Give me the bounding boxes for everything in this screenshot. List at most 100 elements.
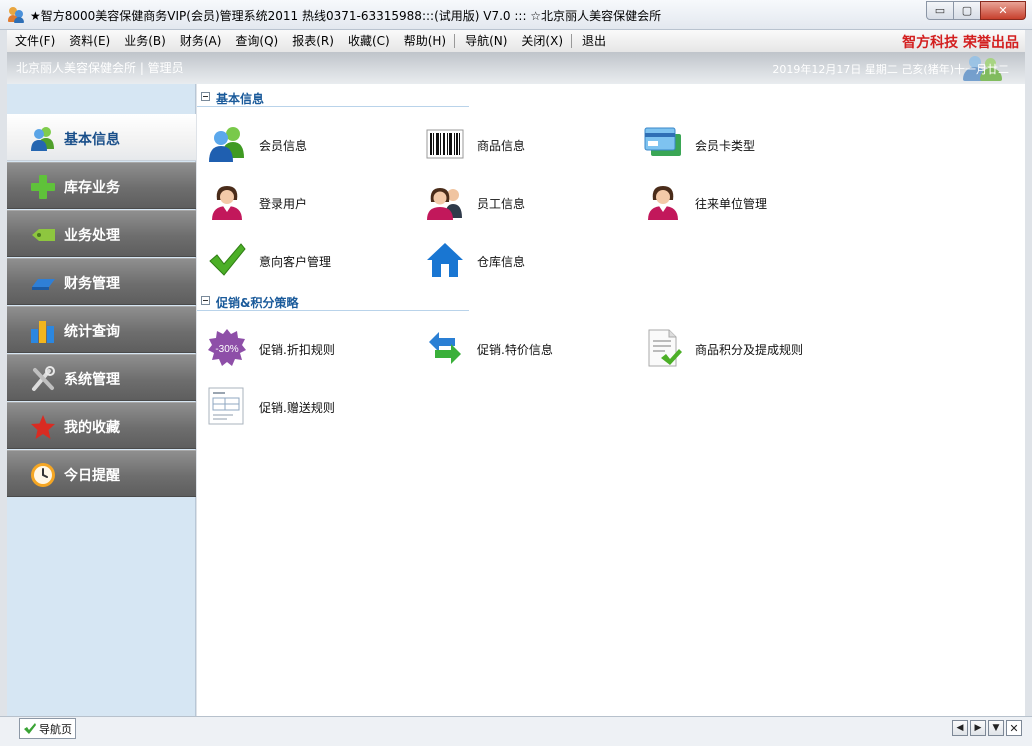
- sidebar-item-label: 统计查询: [64, 324, 120, 340]
- partner-icon: [648, 186, 678, 220]
- sidebar-item-label: 我的收藏: [64, 420, 120, 436]
- menu-separator: [571, 34, 573, 48]
- tile-login-user[interactable]: 登录用户: [197, 178, 407, 226]
- discount-badge-icon: -30%: [208, 329, 246, 366]
- tab-list-button[interactable]: ▼: [988, 720, 1004, 736]
- section-title: 促销&积分策略: [216, 296, 299, 310]
- app-icon: [8, 7, 24, 23]
- section-promotion: 促销&积分策略: [197, 291, 469, 311]
- close-button[interactable]: ✕: [980, 1, 1026, 20]
- sidebar-item-label: 业务处理: [64, 228, 120, 244]
- sidebar-item-label: 财务管理: [64, 276, 120, 292]
- menu-favorites[interactable]: 收藏(C): [340, 30, 396, 52]
- window-controls: ▭ ▢ ✕: [926, 1, 1026, 20]
- sidebar-item-label: 今日提醒: [64, 468, 120, 484]
- section-collapse-toggle[interactable]: [201, 296, 210, 305]
- menu-navigate[interactable]: 导航(N): [457, 30, 513, 52]
- tile-label: 员工信息: [477, 197, 526, 211]
- tab-next-button[interactable]: ▶: [970, 720, 986, 736]
- menu-close[interactable]: 关闭(X): [513, 30, 569, 52]
- sidebar-item-label: 基本信息: [64, 132, 120, 148]
- menu-business[interactable]: 业务(B): [116, 30, 172, 52]
- section-title: 基本信息: [216, 92, 265, 106]
- maximize-button[interactable]: ▢: [953, 1, 981, 20]
- close-icon: ✕: [1009, 721, 1019, 735]
- org-user-label: 北京丽人美容保健会所 | 管理员: [16, 61, 184, 75]
- section-basic-info: 基本信息: [197, 87, 469, 107]
- status-bar: 导航页 ◀ ▶ ▼ ✕: [0, 716, 1032, 746]
- menu-data[interactable]: 资料(E): [61, 30, 116, 52]
- tile-label: 登录用户: [259, 197, 308, 211]
- tab-label: 导航页: [39, 722, 72, 736]
- tile-points-commission[interactable]: 商品积分及提成规则: [633, 324, 843, 372]
- maximize-icon: ▢: [961, 4, 973, 17]
- menu-file[interactable]: 文件(F): [7, 30, 61, 52]
- tile-product-info[interactable]: 商品信息: [415, 120, 625, 168]
- menu-finance[interactable]: 财务(A): [172, 30, 228, 52]
- exchange-arrows-icon: [429, 332, 461, 364]
- eraser-icon: [32, 279, 55, 290]
- barcode-icon: [426, 129, 464, 159]
- tile-label: 商品积分及提成规则: [695, 343, 804, 357]
- sidebar-item-finance[interactable]: 财务管理: [7, 258, 196, 305]
- form-document-icon: [208, 387, 244, 425]
- sidebar-item-basic-info[interactable]: 基本信息: [7, 114, 196, 161]
- sidebar-item-inventory[interactable]: 库存业务: [7, 162, 196, 209]
- tile-label: 往来单位管理: [695, 197, 768, 211]
- tile-label: 意向客户管理: [259, 255, 332, 269]
- sidebar: 基本信息 库存业务 业务处理 财务管理 统计查询 系统管理 我的收藏 今日提醒: [7, 84, 196, 716]
- members-icon: [209, 127, 244, 162]
- tools-icon: [32, 366, 55, 391]
- star-icon: [31, 415, 55, 439]
- sidebar-item-favorites[interactable]: 我的收藏: [7, 402, 196, 449]
- tile-warehouse-info[interactable]: 仓库信息: [415, 236, 625, 284]
- tag-icon: [32, 229, 55, 241]
- card-icon: [644, 127, 681, 156]
- plus-icon: [31, 175, 55, 199]
- window-title: ★智方8000美容保健商务VIP(会员)管理系统2011 热线0371-6331…: [30, 9, 662, 23]
- tile-prospect-management[interactable]: 意向客户管理: [197, 236, 407, 284]
- tab-prev-button[interactable]: ◀: [952, 720, 968, 736]
- tile-label: 仓库信息: [477, 255, 526, 269]
- clock-icon: [31, 463, 55, 487]
- tile-card-type[interactable]: 会员卡类型: [633, 120, 843, 168]
- menu-query[interactable]: 查询(Q): [227, 30, 284, 52]
- menu-separator: [454, 34, 456, 48]
- tile-label: 促销.特价信息: [477, 343, 553, 357]
- title-bar: ★智方8000美容保健商务VIP(会员)管理系统2011 热线0371-6331…: [0, 0, 1032, 30]
- sidebar-item-label: 系统管理: [64, 372, 120, 388]
- close-icon: ✕: [998, 4, 1008, 17]
- menu-report[interactable]: 报表(R): [284, 30, 340, 52]
- tab-close-button[interactable]: ✕: [1006, 720, 1022, 736]
- minimize-button[interactable]: ▭: [926, 1, 954, 20]
- house-icon: [427, 243, 463, 277]
- tile-partner-management[interactable]: 往来单位管理: [633, 178, 843, 226]
- sidebar-item-business[interactable]: 业务处理: [7, 210, 196, 257]
- tile-gift-rules[interactable]: 促销.赠送规则: [197, 382, 407, 430]
- sidebar-item-reminders[interactable]: 今日提醒: [7, 450, 196, 497]
- date-label: 2019年12月17日 星期二 己亥(猪年)十一月廿二: [772, 63, 1009, 76]
- tile-special-price[interactable]: 促销.特价信息: [415, 324, 625, 372]
- users-icon: [31, 127, 54, 151]
- tile-label: 促销.折扣规则: [259, 343, 335, 357]
- tile-staff-info[interactable]: 员工信息: [415, 178, 625, 226]
- menu-bar: 文件(F) 资料(E) 业务(B) 财务(A) 查询(Q) 报表(R) 收藏(C…: [7, 30, 1025, 52]
- tile-label: 会员卡类型: [695, 139, 756, 153]
- section-collapse-toggle[interactable]: [201, 92, 210, 101]
- menu-exit[interactable]: 退出: [574, 30, 612, 52]
- tile-label: 会员信息: [259, 139, 308, 153]
- bar-chart-icon: [31, 321, 54, 343]
- sidebar-item-system[interactable]: 系统管理: [7, 354, 196, 401]
- chevron-left-icon: ◀: [956, 723, 964, 733]
- user-female-icon: [212, 186, 242, 220]
- staff-icon: [427, 188, 462, 220]
- minimize-icon: ▭: [934, 4, 946, 17]
- sidebar-item-label: 库存业务: [64, 180, 120, 196]
- tab-navigation-page[interactable]: 导航页: [19, 718, 76, 739]
- tile-discount-rules[interactable]: -30% 促销.折扣规则: [197, 324, 407, 372]
- tile-label: 促销.赠送规则: [259, 401, 335, 415]
- menu-help[interactable]: 帮助(H): [396, 30, 452, 52]
- sidebar-item-statistics[interactable]: 统计查询: [7, 306, 196, 353]
- tile-member-info[interactable]: 会员信息: [197, 120, 407, 168]
- tab-nav-buttons: ◀ ▶ ▼ ✕: [950, 720, 1022, 736]
